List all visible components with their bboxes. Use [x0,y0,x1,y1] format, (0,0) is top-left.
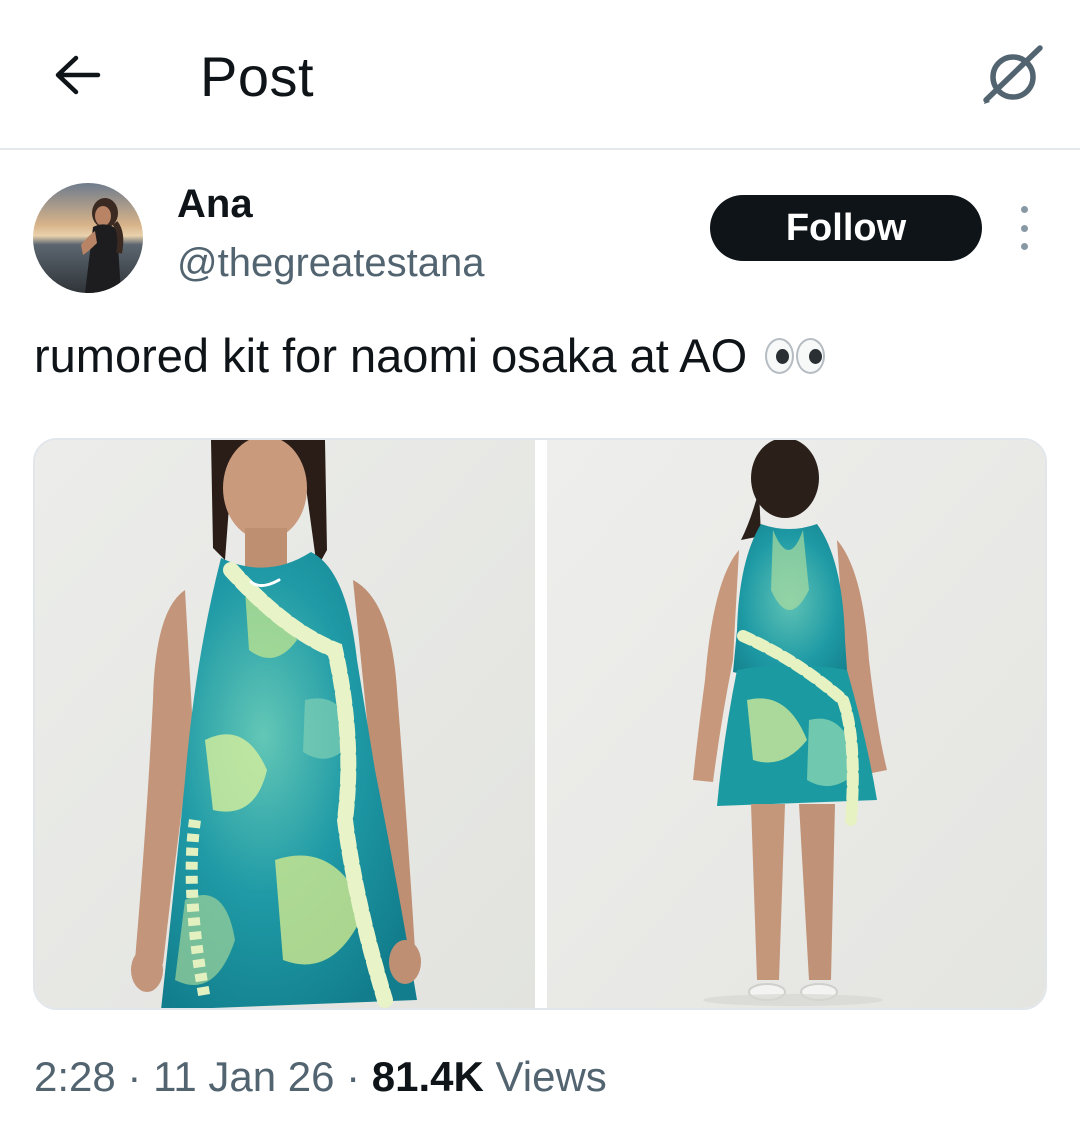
page-title: Post [200,45,315,108]
back-button[interactable] [50,50,104,100]
post-date[interactable]: 11 Jan 26 [153,1053,334,1100]
photo-front-view [35,440,535,1008]
post-image-front[interactable] [35,440,535,1008]
author-handle[interactable]: @thegreatestana [177,241,484,286]
author-display-name[interactable]: Ana [177,182,253,227]
eyes-emoji-icon [765,337,826,374]
follow-button[interactable]: Follow [710,195,982,261]
meta-separator: · [115,1053,154,1100]
meta-separator: · [334,1053,372,1100]
views-label: Views [483,1053,607,1100]
more-dot [1020,243,1028,250]
arrow-left-icon [55,55,101,95]
views-count[interactable]: 81.4K [372,1053,484,1100]
more-dot [1020,206,1028,213]
post-image-back[interactable] [547,440,1045,1008]
post-time[interactable]: 2:28 [34,1053,116,1100]
grok-button[interactable] [978,40,1048,110]
avatar[interactable] [33,183,143,293]
post-meta: 2:28 · 11 Jan 26 · 81.4K Views [34,1053,607,1101]
top-bar: Post [0,0,1080,150]
post-media-grid [33,438,1047,1010]
more-dot [1020,224,1028,232]
post-text-row: rumored kit for naomi osaka at AO [34,328,826,383]
more-options-icon[interactable] [1008,206,1040,250]
avatar-photo [33,183,143,293]
eye-left [765,337,795,374]
photo-back-view [547,440,1045,1008]
eye-right [796,337,826,374]
grok-slash-icon [983,45,1043,104]
post-text: rumored kit for naomi osaka at AO [34,329,748,382]
